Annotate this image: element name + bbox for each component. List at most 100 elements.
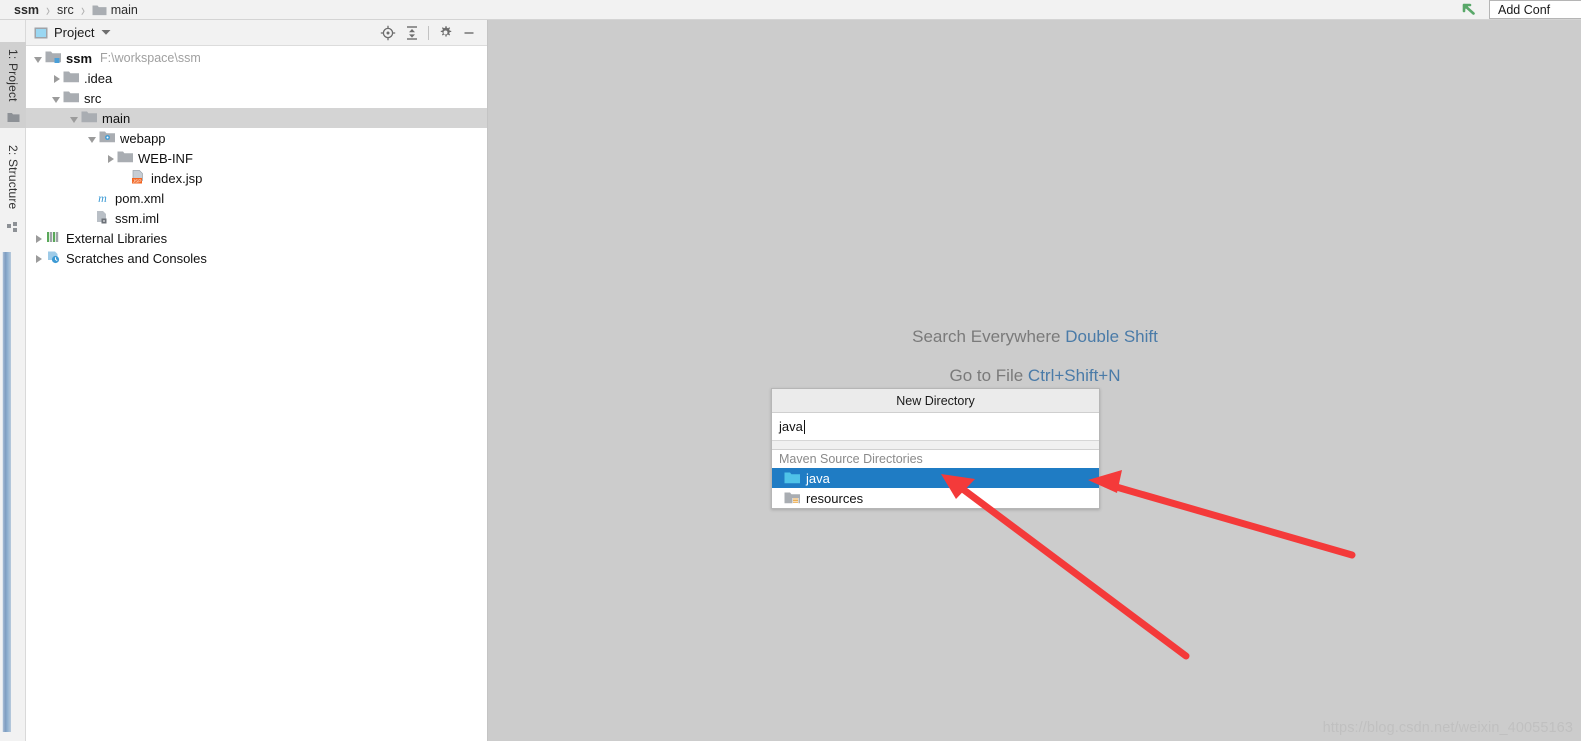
hint-go-to-file: Go to File Ctrl+Shift+N xyxy=(489,366,1581,386)
add-configuration-button[interactable]: Add Conf xyxy=(1489,0,1581,19)
twisty-icon[interactable] xyxy=(104,152,117,165)
tree-path: F:\workspace\ssm xyxy=(100,51,201,65)
breadcrumb-separator: › xyxy=(80,0,85,20)
toolbar-right: Add Conf xyxy=(1457,0,1581,19)
tree-label: index.jsp xyxy=(151,170,203,186)
tree-row-ssm[interactable]: ssm F:\workspace\ssm xyxy=(26,48,487,68)
popup-item-resources[interactable]: resources xyxy=(772,488,1099,508)
tree-label: External Libraries xyxy=(66,230,168,246)
popup-item-label: resources xyxy=(806,490,864,506)
tree-label: ssm.iml xyxy=(115,210,160,226)
scratches-icon xyxy=(45,250,62,266)
breadcrumb-separator: › xyxy=(45,0,51,20)
libraries-icon xyxy=(45,230,62,246)
collapse-all-icon[interactable] xyxy=(400,21,424,45)
popup-spacer xyxy=(772,441,1099,450)
svg-text:JSP: JSP xyxy=(133,179,142,185)
directory-name-value: java xyxy=(779,419,803,434)
hint-shortcut-label: Ctrl+Shift+N xyxy=(1027,366,1121,385)
tree-row-main[interactable]: main xyxy=(26,108,487,128)
tree-row-webapp[interactable]: webapp xyxy=(26,128,487,148)
project-panel-title: Project xyxy=(54,25,95,40)
tree-label: main xyxy=(102,110,131,126)
tree-label: .idea xyxy=(84,70,113,86)
folder-icon xyxy=(92,4,107,16)
hint-shortcut-label: Double Shift xyxy=(1065,327,1158,346)
resources-folder-icon xyxy=(784,491,801,506)
left-scrollbar[interactable] xyxy=(2,252,11,732)
hint-action-label: Search Everywhere xyxy=(912,327,1061,346)
breadcrumb-label: ssm xyxy=(14,2,40,17)
breadcrumb-item-src[interactable]: src xyxy=(57,3,74,17)
tree-row-idea[interactable]: .idea xyxy=(26,68,487,88)
tree-label: Scratches and Consoles xyxy=(66,250,207,266)
breadcrumb-item-main[interactable]: main xyxy=(92,3,138,17)
iml-file-icon xyxy=(94,210,111,226)
editor-empty-area: Search Everywhere Double Shift Go to Fil… xyxy=(489,20,1581,741)
folder-icon xyxy=(81,110,98,126)
tree-row-web-inf[interactable]: WEB-INF xyxy=(26,148,487,168)
tool-tab-label: 2: Structure xyxy=(6,145,20,210)
twisty-icon[interactable] xyxy=(32,232,45,245)
popup-item-java[interactable]: java xyxy=(772,468,1099,488)
webapp-folder-icon xyxy=(99,130,116,146)
tree-row-scratches-and-consoles[interactable]: Scratches and Consoles xyxy=(26,248,487,268)
tree-label: ssm xyxy=(66,50,93,66)
project-folder-icon xyxy=(7,112,20,123)
tree-label: pom.xml xyxy=(115,190,165,206)
source-folder-icon xyxy=(784,471,801,486)
folder-icon xyxy=(63,90,80,106)
twisty-icon[interactable] xyxy=(86,132,99,145)
text-caret xyxy=(803,419,805,434)
gear-icon[interactable] xyxy=(433,21,457,45)
project-panel-header: Project xyxy=(26,20,487,46)
svg-text:m: m xyxy=(98,191,107,205)
directory-name-input[interactable]: java xyxy=(772,413,1099,441)
add-configuration-label: Add Conf xyxy=(1498,2,1551,17)
folder-icon xyxy=(63,70,80,86)
popup-group-label: Maven Source Directories xyxy=(772,450,1099,468)
popup-item-label: java xyxy=(806,470,830,486)
top-breadcrumb-bar: ssm › src › main Add Conf xyxy=(0,0,1581,20)
tree-label: webapp xyxy=(120,130,166,146)
popup-title: New Directory xyxy=(772,389,1099,413)
structure-icon xyxy=(7,222,19,234)
watermark: https://blog.csdn.net/weixin_40055163 xyxy=(1322,720,1573,736)
jsp-file-icon: JSP xyxy=(130,170,147,186)
module-folder-icon xyxy=(45,50,62,66)
breadcrumb-item-ssm[interactable]: ssm xyxy=(14,3,39,17)
breadcrumb-label: src xyxy=(57,2,74,17)
locate-icon[interactable] xyxy=(376,21,400,45)
project-panel-toolbar xyxy=(376,21,481,45)
twisty-icon[interactable] xyxy=(68,112,81,125)
tree-row-index-jsp[interactable]: JSP index.jsp xyxy=(26,168,487,188)
tree-row-external-libraries[interactable]: External Libraries xyxy=(26,228,487,248)
hint-search-everywhere: Search Everywhere Double Shift xyxy=(489,327,1581,347)
twisty-icon[interactable] xyxy=(50,72,63,85)
minimize-icon[interactable] xyxy=(457,21,481,45)
project-view-icon xyxy=(34,26,48,40)
folder-icon xyxy=(117,150,134,166)
project-tree: ssm F:\workspace\ssm .idea src main weba… xyxy=(26,46,487,268)
hint-action-label: Go to File xyxy=(949,366,1024,385)
toolbar-divider xyxy=(428,25,429,40)
tree-row-pom-xml[interactable]: m pom.xml xyxy=(26,188,487,208)
breadcrumb: ssm › src › main xyxy=(0,0,138,20)
tree-label: WEB-INF xyxy=(138,150,193,166)
twisty-icon[interactable] xyxy=(32,52,45,65)
left-tool-window-bar: 1: Project 2: Structure xyxy=(0,20,26,741)
ide-window: ssm › src › main Add Conf 1: Project 2: … xyxy=(0,0,1581,741)
chevron-down-icon[interactable] xyxy=(101,29,111,36)
tree-row-ssm-iml[interactable]: ssm.iml xyxy=(26,208,487,228)
tool-tab-label: 1: Project xyxy=(6,49,20,102)
twisty-icon[interactable] xyxy=(32,252,45,265)
tree-row-src[interactable]: src xyxy=(26,88,487,108)
breadcrumb-label: main xyxy=(110,2,138,17)
new-directory-popup: New Directory java Maven Source Director… xyxy=(771,388,1100,509)
run-arrow-icon[interactable] xyxy=(1457,0,1483,20)
maven-pom-icon: m xyxy=(94,190,111,206)
twisty-icon[interactable] xyxy=(50,92,63,105)
